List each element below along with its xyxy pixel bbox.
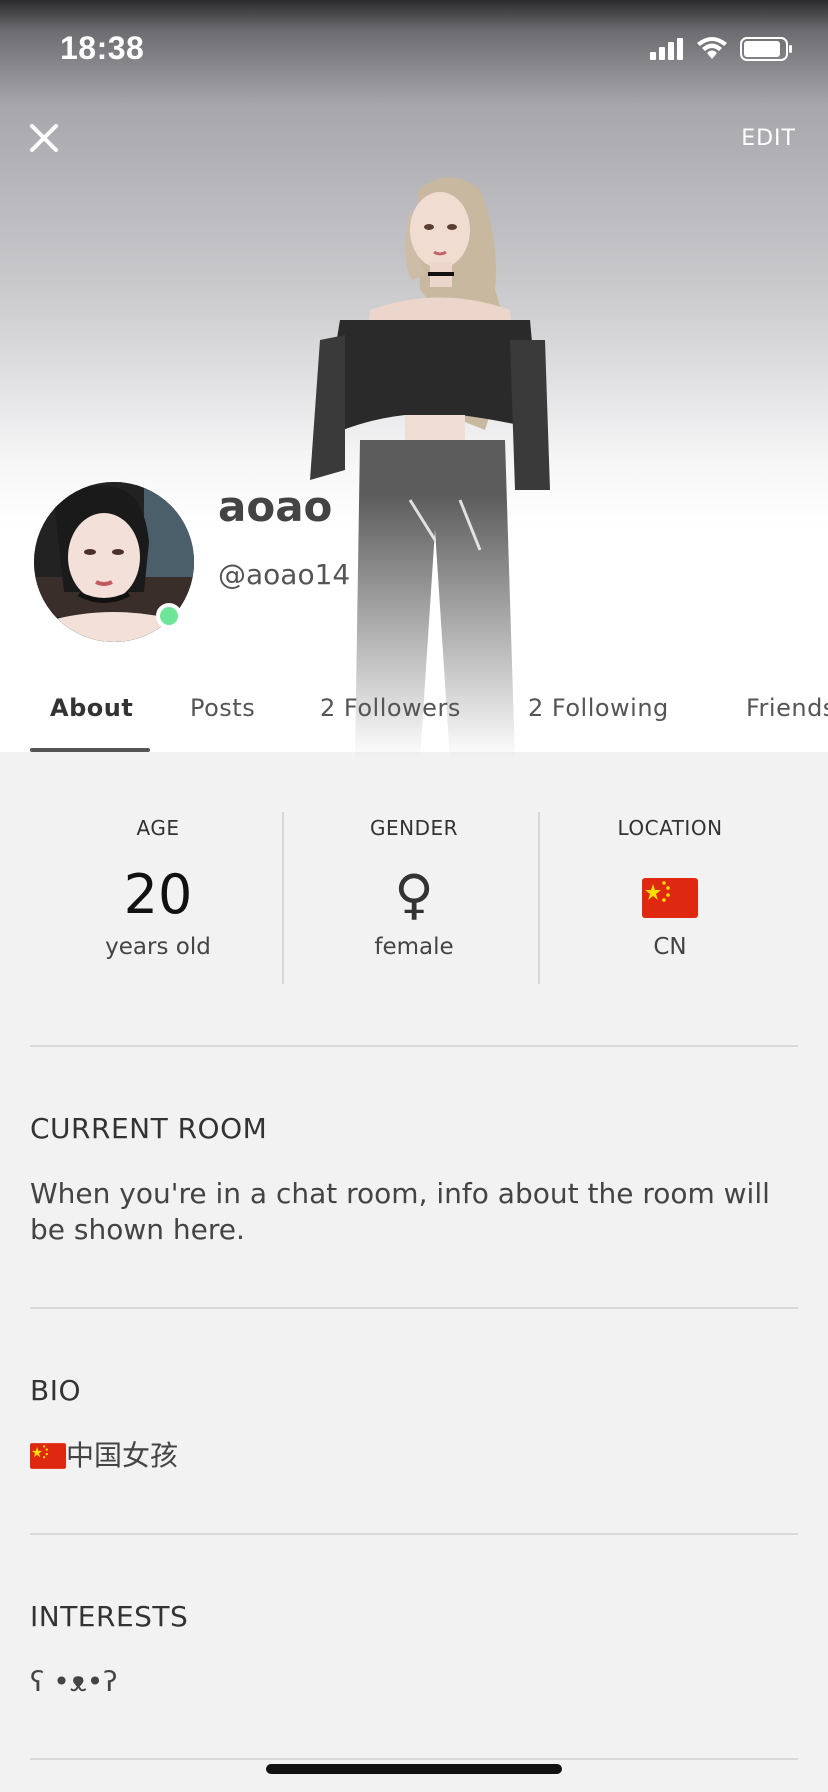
bio-title: BIO: [30, 1374, 82, 1407]
tab-followers[interactable]: 2 Followers: [320, 694, 461, 722]
close-button[interactable]: [24, 118, 64, 158]
stat-gender: GENDER ♀ female: [286, 812, 542, 987]
stat-location-label: LOCATION: [617, 816, 723, 840]
stat-age-label: AGE: [136, 816, 180, 840]
current-room-text: When you're in a chat room, info about t…: [30, 1177, 770, 1246]
interests-title: INTERESTS: [30, 1600, 189, 1633]
avatar-3d-figure: [310, 177, 550, 760]
bio-text: 中国女孩: [30, 1438, 770, 1474]
home-indicator[interactable]: [266, 1764, 562, 1774]
stat-age-value: 20: [123, 863, 193, 926]
stat-location-sub: CN: [653, 934, 687, 960]
current-room-title: CURRENT ROOM: [30, 1112, 268, 1145]
status-bar: 18:38: [0, 0, 828, 100]
profile-screen: 18:38 EDIT aoao @aoao14 About Posts 2 Fo…: [0, 0, 828, 1792]
stat-age-sub: years old: [105, 934, 211, 960]
divider: [30, 1307, 798, 1309]
tab-following[interactable]: 2 Following: [528, 694, 669, 722]
status-time: 18:38: [60, 30, 145, 66]
stat-age: AGE 20 years old: [30, 812, 286, 987]
china-flag-icon: [642, 878, 698, 919]
location-flag: [542, 860, 798, 930]
close-icon: [30, 124, 58, 152]
tab-posts[interactable]: Posts: [190, 694, 255, 722]
active-tab-underline: [30, 748, 150, 752]
profile-tabs: About Posts 2 Followers 2 Following Frie…: [0, 680, 828, 752]
stat-location: LOCATION CN: [542, 812, 798, 987]
china-flag-icon: [30, 1443, 66, 1469]
female-symbol-icon: ♀: [394, 863, 434, 926]
stat-gender-label: GENDER: [369, 816, 459, 840]
divider: [30, 1758, 798, 1760]
cellular-signal-icon: [650, 38, 683, 60]
battery-icon: [740, 37, 792, 61]
stat-divider: [538, 812, 540, 984]
stat-divider: [282, 812, 284, 984]
wifi-icon: [697, 37, 727, 59]
bio-text-content: 中国女孩: [66, 1439, 179, 1472]
display-name: aoao: [218, 482, 333, 531]
interests-text: ʕ •ᴥ•ʔ: [30, 1665, 118, 1698]
edit-button[interactable]: EDIT: [741, 126, 796, 151]
divider: [30, 1045, 798, 1047]
stat-gender-sub: female: [374, 934, 454, 960]
username: @aoao14: [218, 558, 351, 591]
online-status-indicator: [156, 603, 182, 629]
divider: [30, 1533, 798, 1535]
profile-header: 18:38 EDIT aoao @aoao14 About Posts 2 Fo…: [0, 0, 828, 760]
tab-friends[interactable]: Friends: [746, 694, 828, 722]
tab-about[interactable]: About: [50, 694, 133, 722]
profile-stats: AGE 20 years old GENDER ♀ female LOCATIO…: [30, 812, 798, 987]
status-icons: [650, 36, 794, 62]
